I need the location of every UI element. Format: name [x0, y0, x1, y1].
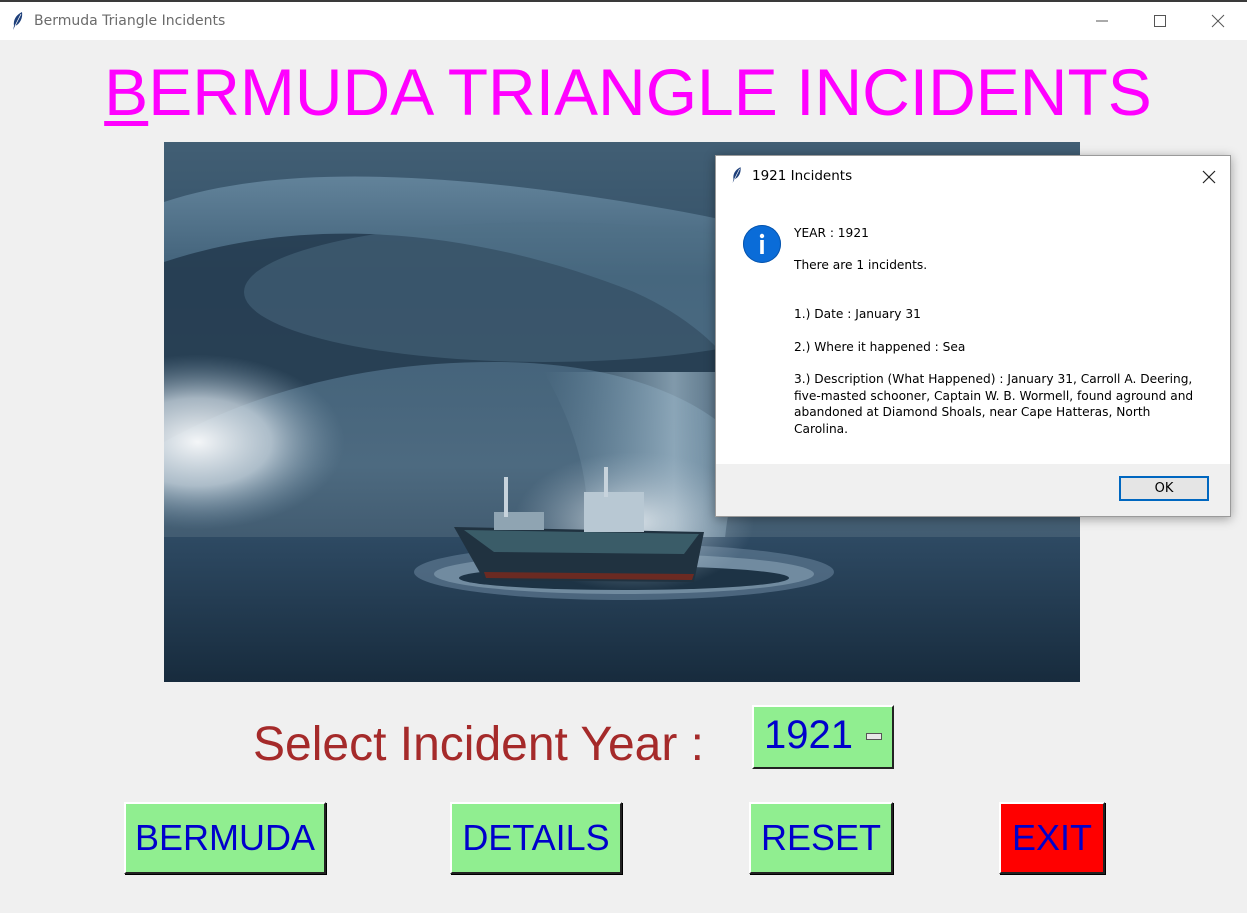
- minimize-button[interactable]: [1073, 2, 1131, 40]
- page-heading: BERMUDA TRIANGLE INCIDENTS: [0, 54, 1247, 130]
- dialog-close-icon[interactable]: [1202, 169, 1216, 188]
- close-icon: [1211, 14, 1225, 28]
- window-titlebar: Bermuda Triangle Incidents: [0, 0, 1247, 40]
- maximize-icon: [1154, 15, 1166, 27]
- select-year-label: Select Incident Year :: [253, 718, 704, 771]
- feather-icon: [10, 11, 26, 31]
- dialog-year-line: YEAR : 1921: [794, 226, 869, 240]
- dialog-date-line: 1.) Date : January 31: [794, 307, 921, 321]
- bermuda-button[interactable]: BERMUDA: [124, 802, 326, 874]
- year-spinbox[interactable]: 1921: [752, 705, 894, 769]
- window-title: Bermuda Triangle Incidents: [34, 13, 226, 29]
- dialog-title: 1921 Incidents: [752, 168, 853, 184]
- dialog-where-line: 2.) Where it happened : Sea: [794, 340, 966, 354]
- heading-rest: ERMUDA TRIANGLE INCIDENTS: [148, 55, 1152, 129]
- reset-button[interactable]: RESET: [749, 802, 893, 874]
- spinbox-arrow-icon[interactable]: [866, 733, 882, 740]
- maximize-button[interactable]: [1131, 2, 1189, 40]
- minimize-icon: [1096, 20, 1108, 22]
- ok-button[interactable]: OK: [1119, 476, 1209, 501]
- incidents-dialog: 1921 Incidents YEAR : 1921 There are 1 i…: [715, 155, 1231, 517]
- dialog-footer: OK: [716, 464, 1230, 516]
- year-value: 1921: [764, 713, 853, 757]
- dialog-count-line: There are 1 incidents.: [794, 258, 928, 272]
- heading-first-letter: B: [104, 55, 149, 129]
- feather-icon: [730, 166, 744, 184]
- close-button[interactable]: [1189, 2, 1247, 40]
- dialog-description-line: 3.) Description (What Happened) : Januar…: [794, 372, 1194, 436]
- details-button[interactable]: DETAILS: [450, 802, 622, 874]
- exit-button[interactable]: EXIT: [999, 802, 1105, 874]
- info-icon: [743, 225, 781, 263]
